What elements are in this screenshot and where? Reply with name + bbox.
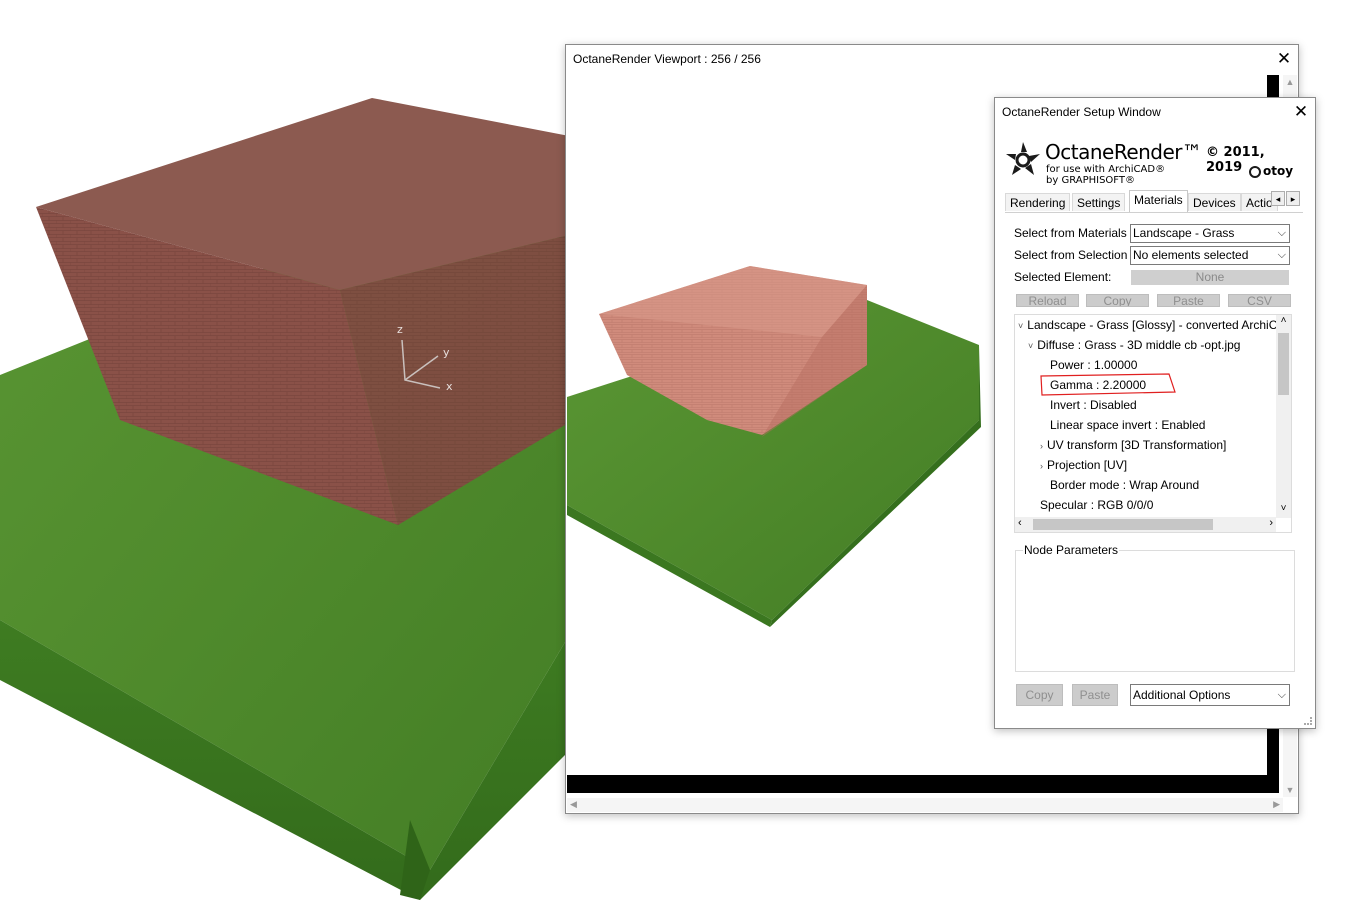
tree-hscrollbar[interactable]: ‹ › <box>1015 517 1276 532</box>
tree-row-label: Projection [UV] <box>1047 458 1128 472</box>
node-parameters-group: Node Parameters <box>1015 543 1295 672</box>
expand-arrow-icon[interactable]: ˅ <box>1018 321 1023 331</box>
viewport-title: OctaneRender Viewport : 256 / 256 <box>573 52 761 66</box>
additional-options-dropdown[interactable]: Additional Options ⌵ <box>1130 684 1290 706</box>
tree-row-material[interactable]: ˅ Landscape - Grass [Glossy] - converted … <box>1018 316 1292 334</box>
tab-rendering[interactable]: Rendering <box>1005 193 1071 211</box>
expand-arrow-icon[interactable]: ˅ <box>1028 341 1033 351</box>
tab-settings[interactable]: Settings <box>1072 193 1126 211</box>
viewport-hscrollbar[interactable]: ◀ ▶ <box>567 798 1283 812</box>
otoy-logo-icon <box>1249 166 1261 178</box>
tree-row-invert[interactable]: Invert : Disabled <box>1050 396 1137 414</box>
tree-row-projection[interactable]: › Projection [UV] <box>1040 456 1127 474</box>
node-parameters-label: Node Parameters <box>1023 543 1120 557</box>
setup-close-icon[interactable]: ✕ <box>1291 102 1311 122</box>
otoy-brand: otoy <box>1263 164 1294 178</box>
scroll-left-icon[interactable]: ◀ <box>570 799 577 810</box>
viewport-close-icon[interactable]: ✕ <box>1274 49 1294 69</box>
csv-button[interactable]: CSV <box>1228 294 1291 307</box>
expand-arrow-icon[interactable]: › <box>1040 441 1043 451</box>
tree-hscroll-thumb[interactable] <box>1033 519 1213 530</box>
tree-row-border-mode[interactable]: Border mode : Wrap Around <box>1050 476 1199 494</box>
setup-tabs: Rendering Settings Materials Devices Act… <box>1005 190 1303 213</box>
tree-row-linear-invert[interactable]: Linear space invert : Enabled <box>1050 416 1205 434</box>
viewport-titlebar[interactable]: OctaneRender Viewport : 256 / 256 ✕ <box>566 45 1298 73</box>
select-material-dropdown[interactable]: Landscape - Grass ⌵ <box>1130 224 1290 243</box>
tree-row-diffuse[interactable]: ˅ Diffuse : Grass - 3D middle cb -opt.jpg <box>1028 336 1240 354</box>
tab-scroll-left-icon[interactable]: ◂ <box>1271 191 1285 206</box>
selected-element-value: None <box>1131 270 1289 285</box>
logo-line1: for use with ArchiCAD® <box>1046 164 1166 175</box>
octane-setup-window[interactable]: OctaneRender Setup Window ✕ OctaneRender… <box>994 97 1316 729</box>
resize-grip-icon[interactable] <box>1304 717 1312 725</box>
tree-row-specular[interactable]: Specular : RGB 0/0/0 <box>1040 496 1153 514</box>
tree-row-label: Landscape - Grass [Glossy] - converted A… <box>1027 318 1292 332</box>
scroll-up-icon[interactable]: ▲ <box>1283 77 1297 87</box>
tree-row-label: Diffuse : Grass - 3D middle cb -opt.jpg <box>1037 338 1241 352</box>
tree-row-label: UV transform [3D Transformation] <box>1047 438 1227 452</box>
tree-row-label: Invert : Disabled <box>1050 398 1137 412</box>
scroll-right-icon[interactable]: ▶ <box>1273 799 1280 810</box>
chevron-down-icon: ⌵ <box>1277 227 1286 239</box>
tree-row-label: Power : 1.00000 <box>1050 358 1138 372</box>
scroll-down-icon[interactable]: ˅ <box>1276 503 1291 514</box>
axis-x-label: x <box>446 380 453 393</box>
scroll-up-icon[interactable]: ˄ <box>1276 315 1291 326</box>
paste-button[interactable]: Paste <box>1072 684 1118 706</box>
tree-vscrollbar[interactable]: ˄ <box>1276 315 1291 518</box>
tab-materials[interactable]: Materials <box>1129 190 1188 212</box>
axis-y-label: y <box>443 346 450 359</box>
gamma-highlight-annotation <box>1040 373 1176 396</box>
octane-logo: OctaneRender™ for use with ArchiCAD® by … <box>1003 138 1303 188</box>
copy-button[interactable]: Copy <box>1016 684 1063 706</box>
chevron-down-icon: ⌵ <box>1277 689 1286 701</box>
scroll-left-icon[interactable]: ‹ <box>1018 517 1022 529</box>
tree-row-label: Specular : RGB 0/0/0 <box>1040 498 1154 512</box>
setup-title: OctaneRender Setup Window <box>1002 105 1161 119</box>
select-selection-label: Select from Selection <box>1014 248 1128 262</box>
tree-row-uv-transform[interactable]: › UV transform [3D Transformation] <box>1040 436 1226 454</box>
tab-scroll-right-icon[interactable]: ▸ <box>1286 191 1300 206</box>
select-selection-value: No elements selected <box>1133 248 1249 262</box>
scroll-down-icon[interactable]: ▼ <box>1283 785 1297 795</box>
selected-element-label: Selected Element: <box>1014 270 1112 284</box>
tree-row-label: Border mode : Wrap Around <box>1050 478 1200 492</box>
axis-z-label: z <box>397 323 403 336</box>
select-selection-dropdown[interactable]: No elements selected ⌵ <box>1130 246 1290 265</box>
scroll-right-icon[interactable]: › <box>1269 517 1273 529</box>
copy-material-button[interactable]: Copy <box>1086 294 1149 307</box>
chevron-down-icon: ⌵ <box>1277 249 1286 261</box>
reload-button[interactable]: Reload <box>1016 294 1079 307</box>
material-node-tree[interactable]: ˅ Landscape - Grass [Glossy] - converted … <box>1014 314 1292 533</box>
logo-product-name: OctaneRender™ <box>1045 140 1202 164</box>
expand-arrow-icon[interactable]: › <box>1040 461 1043 471</box>
paste-material-button[interactable]: Paste <box>1157 294 1220 307</box>
tree-row-label: Linear space invert : Enabled <box>1050 418 1206 432</box>
select-material-label: Select from Materials <box>1014 226 1127 240</box>
setup-titlebar[interactable]: OctaneRender Setup Window ✕ <box>995 98 1315 126</box>
octane-logo-icon <box>1006 142 1040 175</box>
select-material-value: Landscape - Grass <box>1133 226 1235 240</box>
tab-devices[interactable]: Devices <box>1188 193 1241 211</box>
additional-options-value: Additional Options <box>1133 688 1231 702</box>
tree-vscroll-thumb[interactable] <box>1278 333 1289 395</box>
logo-line2: by GRAPHISOFT® <box>1046 175 1135 186</box>
